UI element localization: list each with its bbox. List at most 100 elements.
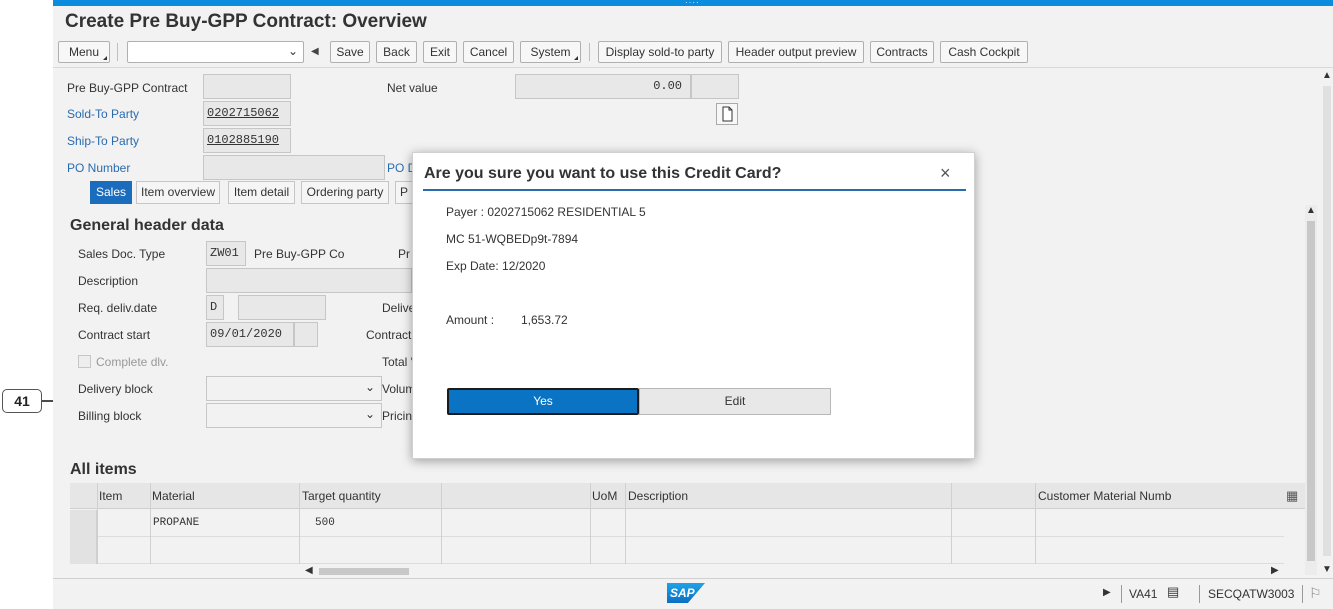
cancel-button[interactable]: Cancel (463, 41, 514, 63)
contract-start-field[interactable]: 09/01/2020 (206, 322, 294, 347)
billing-block-dropdown[interactable]: ⌄ (206, 403, 382, 428)
scroll-down-icon[interactable]: ▼ (1322, 564, 1332, 575)
sold-to-party-field[interactable]: 0202715062 (203, 101, 291, 126)
sales-doc-type-text: Pre Buy-GPP Co (254, 247, 345, 261)
delivery-block-label: Delivery block (78, 382, 153, 396)
expand-status-icon[interactable]: ▶ (1103, 587, 1111, 598)
flag-icon[interactable]: ⚐ (1309, 585, 1322, 602)
system-button-label: System (530, 45, 571, 59)
po-number-field[interactable] (203, 155, 385, 180)
horizontal-scrollbar-thumb[interactable] (319, 568, 409, 575)
req-deliv-date-unit-field[interactable]: D (206, 295, 224, 320)
description-label: Description (78, 274, 139, 288)
volume-label: Volum (382, 382, 416, 396)
yes-button[interactable]: Yes (447, 388, 639, 415)
contract-number-field[interactable] (203, 74, 291, 99)
column-header-material[interactable]: Material (152, 489, 195, 503)
billing-block-label: Billing block (78, 409, 142, 423)
cash-cockpit-button[interactable]: Cash Cockpit (940, 41, 1028, 63)
edit-button[interactable]: Edit (639, 388, 831, 415)
page-scrollbar-thumb[interactable] (1323, 86, 1331, 556)
application-toolbar: Menu ⌄ ◀ Save Back Exit Cancel System Di… (53, 38, 1333, 68)
scroll-up-icon[interactable]: ▲ (1306, 205, 1316, 216)
system-button[interactable]: System (520, 41, 581, 63)
close-icon[interactable]: × (940, 163, 951, 184)
delivery-right-label: Delive (382, 301, 416, 315)
save-button[interactable]: Save (330, 41, 370, 63)
document-icon (722, 106, 733, 122)
command-field[interactable]: ⌄ (127, 41, 304, 63)
amount-label: Amount : (446, 313, 495, 327)
chevron-down-icon: ⌄ (287, 44, 298, 58)
grid-divider (150, 483, 151, 564)
table-settings-icon[interactable]: ▦ (1286, 488, 1298, 504)
status-bar: SAP ▶ VA41 ▤ SECQATW3003 ⚐ (53, 578, 1333, 609)
contract-start-label: Contract start (78, 328, 151, 342)
grid-divider (299, 483, 300, 564)
contract-start-extra-field[interactable] (294, 322, 318, 347)
contract-right-label: Contract (366, 328, 412, 342)
header-output-preview-button[interactable]: Header output preview (728, 41, 864, 63)
exit-button[interactable]: Exit (423, 41, 457, 63)
sap-logo: SAP (667, 583, 705, 603)
grid-divider (97, 483, 98, 564)
exp-date-text: Exp Date: 12/2020 (446, 259, 546, 273)
payer-text: Payer : 0202715062 RESIDENTIAL 5 (446, 205, 646, 219)
chevron-down-icon: ⌄ (364, 380, 375, 394)
vertical-scrollbar-thumb[interactable] (1307, 221, 1315, 561)
grid-divider (590, 483, 591, 564)
page-title: Create Pre Buy-GPP Contract: Overview (65, 11, 427, 32)
menu-button[interactable]: Menu (58, 41, 110, 63)
row-target-quantity[interactable]: 500 (315, 517, 335, 529)
page-vertical-scrollbar[interactable]: ▲ ▼ (1321, 70, 1333, 575)
column-header-item[interactable]: Item (99, 489, 122, 503)
scroll-right-icon[interactable]: ▶ (1271, 565, 1279, 576)
column-header-uom[interactable]: UoM (592, 489, 617, 503)
table-row[interactable] (70, 537, 1284, 564)
contract-label: Pre Buy-GPP Contract (67, 81, 188, 95)
description-field[interactable] (206, 268, 412, 293)
transaction-code: VA41 (1129, 587, 1158, 601)
document-button[interactable] (716, 103, 738, 125)
row-selector[interactable] (70, 537, 97, 564)
tab-sales[interactable]: Sales (90, 181, 132, 204)
complete-dlv-checkbox[interactable] (78, 355, 91, 368)
column-header-description[interactable]: Description (628, 489, 688, 503)
tab-partial[interactable]: P (395, 181, 413, 204)
column-header-customer-material-number[interactable]: Customer Material Numb (1038, 489, 1171, 503)
sales-doc-type-field[interactable]: ZW01 (206, 241, 246, 266)
panel-vertical-scrollbar[interactable]: ▲ (1305, 205, 1317, 575)
system-name: SECQATW3003 (1208, 587, 1295, 601)
dialog-title-underline (423, 189, 966, 191)
dropdown-corner-icon (574, 56, 578, 60)
status-separator (1121, 585, 1122, 603)
drag-grip-icon[interactable]: ···· (685, 0, 700, 7)
tab-item-detail[interactable]: Item detail (228, 181, 295, 204)
back-button[interactable]: Back (376, 41, 417, 63)
all-items-title: All items (70, 461, 137, 478)
grid-divider (441, 483, 442, 564)
scroll-up-icon[interactable]: ▲ (1322, 70, 1332, 81)
display-sold-to-party-button[interactable]: Display sold-to party (598, 41, 722, 63)
table-row[interactable]: PROPANE 500 (70, 510, 1284, 537)
complete-dlv-label: Complete dlv. (96, 355, 169, 369)
transaction-info-icon[interactable]: ▤ (1167, 584, 1179, 600)
sold-to-party-label[interactable]: Sold-To Party (67, 107, 139, 121)
total-label: Total ' (382, 355, 413, 369)
ship-to-party-field[interactable]: 0102885190 (203, 128, 291, 153)
delivery-block-dropdown[interactable]: ⌄ (206, 376, 382, 401)
ship-to-party-label[interactable]: Ship-To Party (67, 134, 139, 148)
status-separator (1199, 585, 1200, 603)
grid-divider (1035, 483, 1036, 564)
row-selector[interactable] (70, 510, 97, 537)
contracts-button[interactable]: Contracts (870, 41, 934, 63)
column-header-target-quantity[interactable]: Target quantity (302, 489, 381, 503)
card-number-text: MC 51-WQBEDp9t-7894 (446, 232, 579, 246)
row-material[interactable]: PROPANE (153, 517, 199, 529)
scroll-left-icon[interactable]: ◀ (305, 565, 313, 576)
tab-item-overview[interactable]: Item overview (136, 181, 220, 204)
tab-ordering-party[interactable]: Ordering party (301, 181, 389, 204)
po-number-label[interactable]: PO Number (67, 161, 130, 175)
req-deliv-date-field[interactable] (238, 295, 326, 320)
collapse-left-icon[interactable]: ◀ (311, 46, 319, 57)
